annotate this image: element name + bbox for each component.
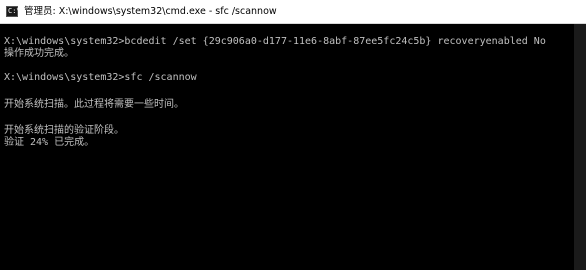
window-title: 管理员: X:\windows\system32\cmd.exe - sfc /… (24, 6, 277, 17)
cmd-window: C:\ 管理员: X:\windows\system32\cmd.exe - s… (0, 0, 586, 270)
cmd-icon[interactable]: C:\ (6, 6, 21, 17)
console-line-bcdedit-command: X:\windows\system32>bcdedit /set {29c906… (4, 36, 546, 47)
console-line-verification-progress: 验证 24% 已完成。 (4, 137, 95, 148)
console-line-operation-success: 操作成功完成。 (4, 48, 74, 59)
console-line-scan-start: 开始系统扫描。此过程将需要一些时间。 (4, 99, 184, 110)
title-bar[interactable]: C:\ 管理员: X:\windows\system32\cmd.exe - s… (0, 0, 586, 24)
console-output[interactable]: X:\windows\system32>bcdedit /set {29c906… (0, 24, 574, 270)
vertical-scrollbar[interactable] (574, 24, 586, 270)
cmd-icon-glyph: C:\ (8, 7, 21, 15)
console-line-sfc-command: X:\windows\system32>sfc /scannow (4, 72, 197, 83)
